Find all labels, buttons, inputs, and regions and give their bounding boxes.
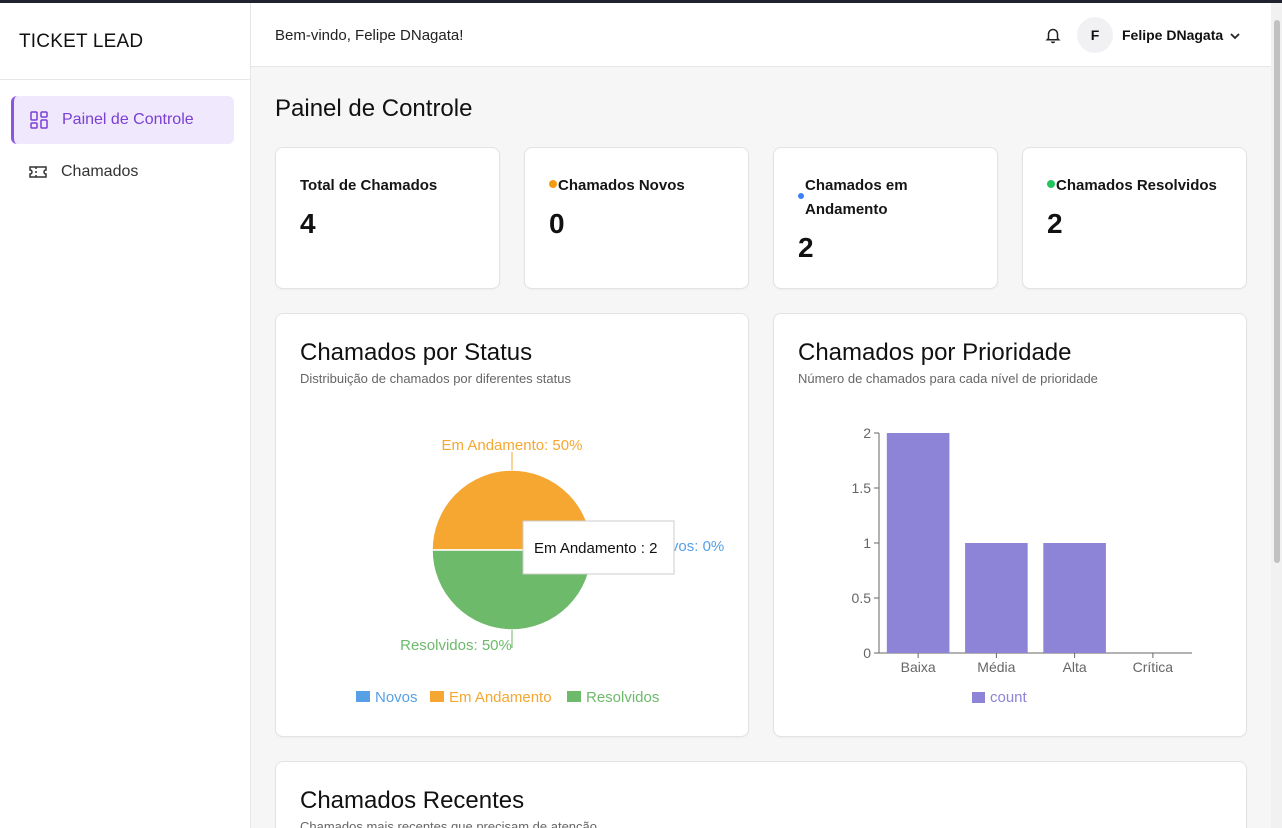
scrollbar-thumb[interactable]	[1274, 20, 1280, 563]
card-subtitle: Chamados mais recentes que precisam de a…	[300, 819, 597, 828]
stat-value: 2	[1047, 208, 1063, 239]
page-title: Painel de Controle	[275, 95, 473, 122]
stat-card-novos: Chamados Novos 0	[524, 147, 749, 289]
legend-label[interactable]: count	[990, 689, 1028, 706]
y-tick-label: 0	[863, 645, 871, 661]
card-title: Chamados Recentes	[300, 787, 525, 814]
user-name[interactable]: Felipe DNagata	[1122, 27, 1223, 43]
stat-label-row: Chamados em Andamento	[798, 174, 978, 222]
brand-logo: TICKET LEAD	[0, 3, 250, 80]
recent-tickets-card: Chamados Recentes Chamados mais recentes…	[275, 761, 1247, 828]
priority-bar-chart: 0 0.5 1 1.5 2 Baixa Média Alta Crítica count	[852, 425, 1192, 706]
chart-tooltip: Em Andamento : 2	[522, 520, 675, 575]
tooltip-text: Em Andamento : 2	[534, 540, 657, 557]
stat-label-row: Chamados Novos	[549, 174, 685, 198]
sidebar-nav: Painel de Controle Chamados	[0, 80, 250, 196]
stat-label: Chamados Novos	[558, 177, 685, 194]
stat-label-row: Chamados Resolvidos	[1047, 174, 1217, 198]
x-tick-label: Crítica	[1133, 659, 1174, 675]
avatar[interactable]: F	[1077, 17, 1113, 53]
pie-slice-label: Em Andamento: 50%	[442, 437, 583, 454]
x-tick-label: Média	[977, 659, 1015, 675]
y-tick-label: 0.5	[852, 590, 872, 606]
bar-alta[interactable]	[1043, 543, 1106, 653]
top-header: Bem-vindo, Felipe DNagata! F Felipe DNag…	[251, 3, 1271, 67]
sidebar: TICKET LEAD Painel de Controle Chamados	[0, 3, 251, 828]
bell-icon[interactable]	[1044, 26, 1062, 44]
chevron-down-icon[interactable]	[1228, 29, 1242, 43]
stat-value: 2	[798, 232, 814, 263]
legend-swatch	[972, 692, 985, 703]
legend-label[interactable]: Resolvidos	[586, 689, 659, 706]
stat-card-resolvidos: Chamados Resolvidos 2	[1022, 147, 1247, 289]
status-dot	[1047, 180, 1055, 188]
status-dot	[549, 180, 557, 188]
priority-chart-card: Chamados por Prioridade Número de chamad…	[773, 313, 1247, 737]
stat-label: Chamados Resolvidos	[1056, 177, 1217, 194]
legend-swatch	[430, 691, 444, 702]
sidebar-item-chamados[interactable]: Chamados	[11, 148, 234, 196]
dashboard-icon	[29, 110, 49, 130]
stat-label: Total de Chamados	[300, 177, 438, 194]
y-tick-label: 1	[863, 535, 871, 551]
x-tick-label: Baixa	[901, 659, 936, 675]
legend-label[interactable]: Novos	[375, 689, 418, 706]
bar-média[interactable]	[965, 543, 1028, 653]
pie-slice-label: Resolvidos: 50%	[400, 637, 512, 654]
stat-card-total: Total de Chamados 4	[275, 147, 500, 289]
status-pie-chart: Novos: 0%Em Andamento: 50%Resolvidos: 50…	[356, 437, 724, 706]
sidebar-item-painel-de-controle[interactable]: Painel de Controle	[11, 96, 234, 144]
bar-baixa[interactable]	[886, 433, 950, 653]
sidebar-item-label: Painel de Controle	[62, 111, 194, 128]
stat-value: 4	[300, 208, 316, 239]
stat-card-em-andamento: Chamados em Andamento 2	[773, 147, 998, 289]
x-tick-label: Alta	[1063, 659, 1087, 675]
y-tick-label: 2	[863, 425, 871, 441]
status-dot	[798, 193, 804, 199]
y-tick-label: 1.5	[852, 480, 872, 496]
legend-label[interactable]: Em Andamento	[449, 689, 552, 706]
stat-value: 0	[549, 208, 565, 239]
welcome-message: Bem-vindo, Felipe DNagata!	[275, 27, 464, 44]
sidebar-item-label: Chamados	[61, 163, 139, 180]
chart-legend: count	[972, 689, 1028, 706]
page-scrollbar[interactable]	[1271, 3, 1282, 828]
legend-swatch	[567, 691, 581, 702]
stat-label: Chamados em Andamento	[805, 177, 908, 218]
legend-swatch	[356, 691, 370, 702]
ticket-icon	[28, 162, 48, 182]
status-chart-card: Chamados por Status Distribuição de cham…	[275, 313, 749, 737]
chart-legend: Novos Em Andamento Resolvidos	[356, 689, 659, 706]
